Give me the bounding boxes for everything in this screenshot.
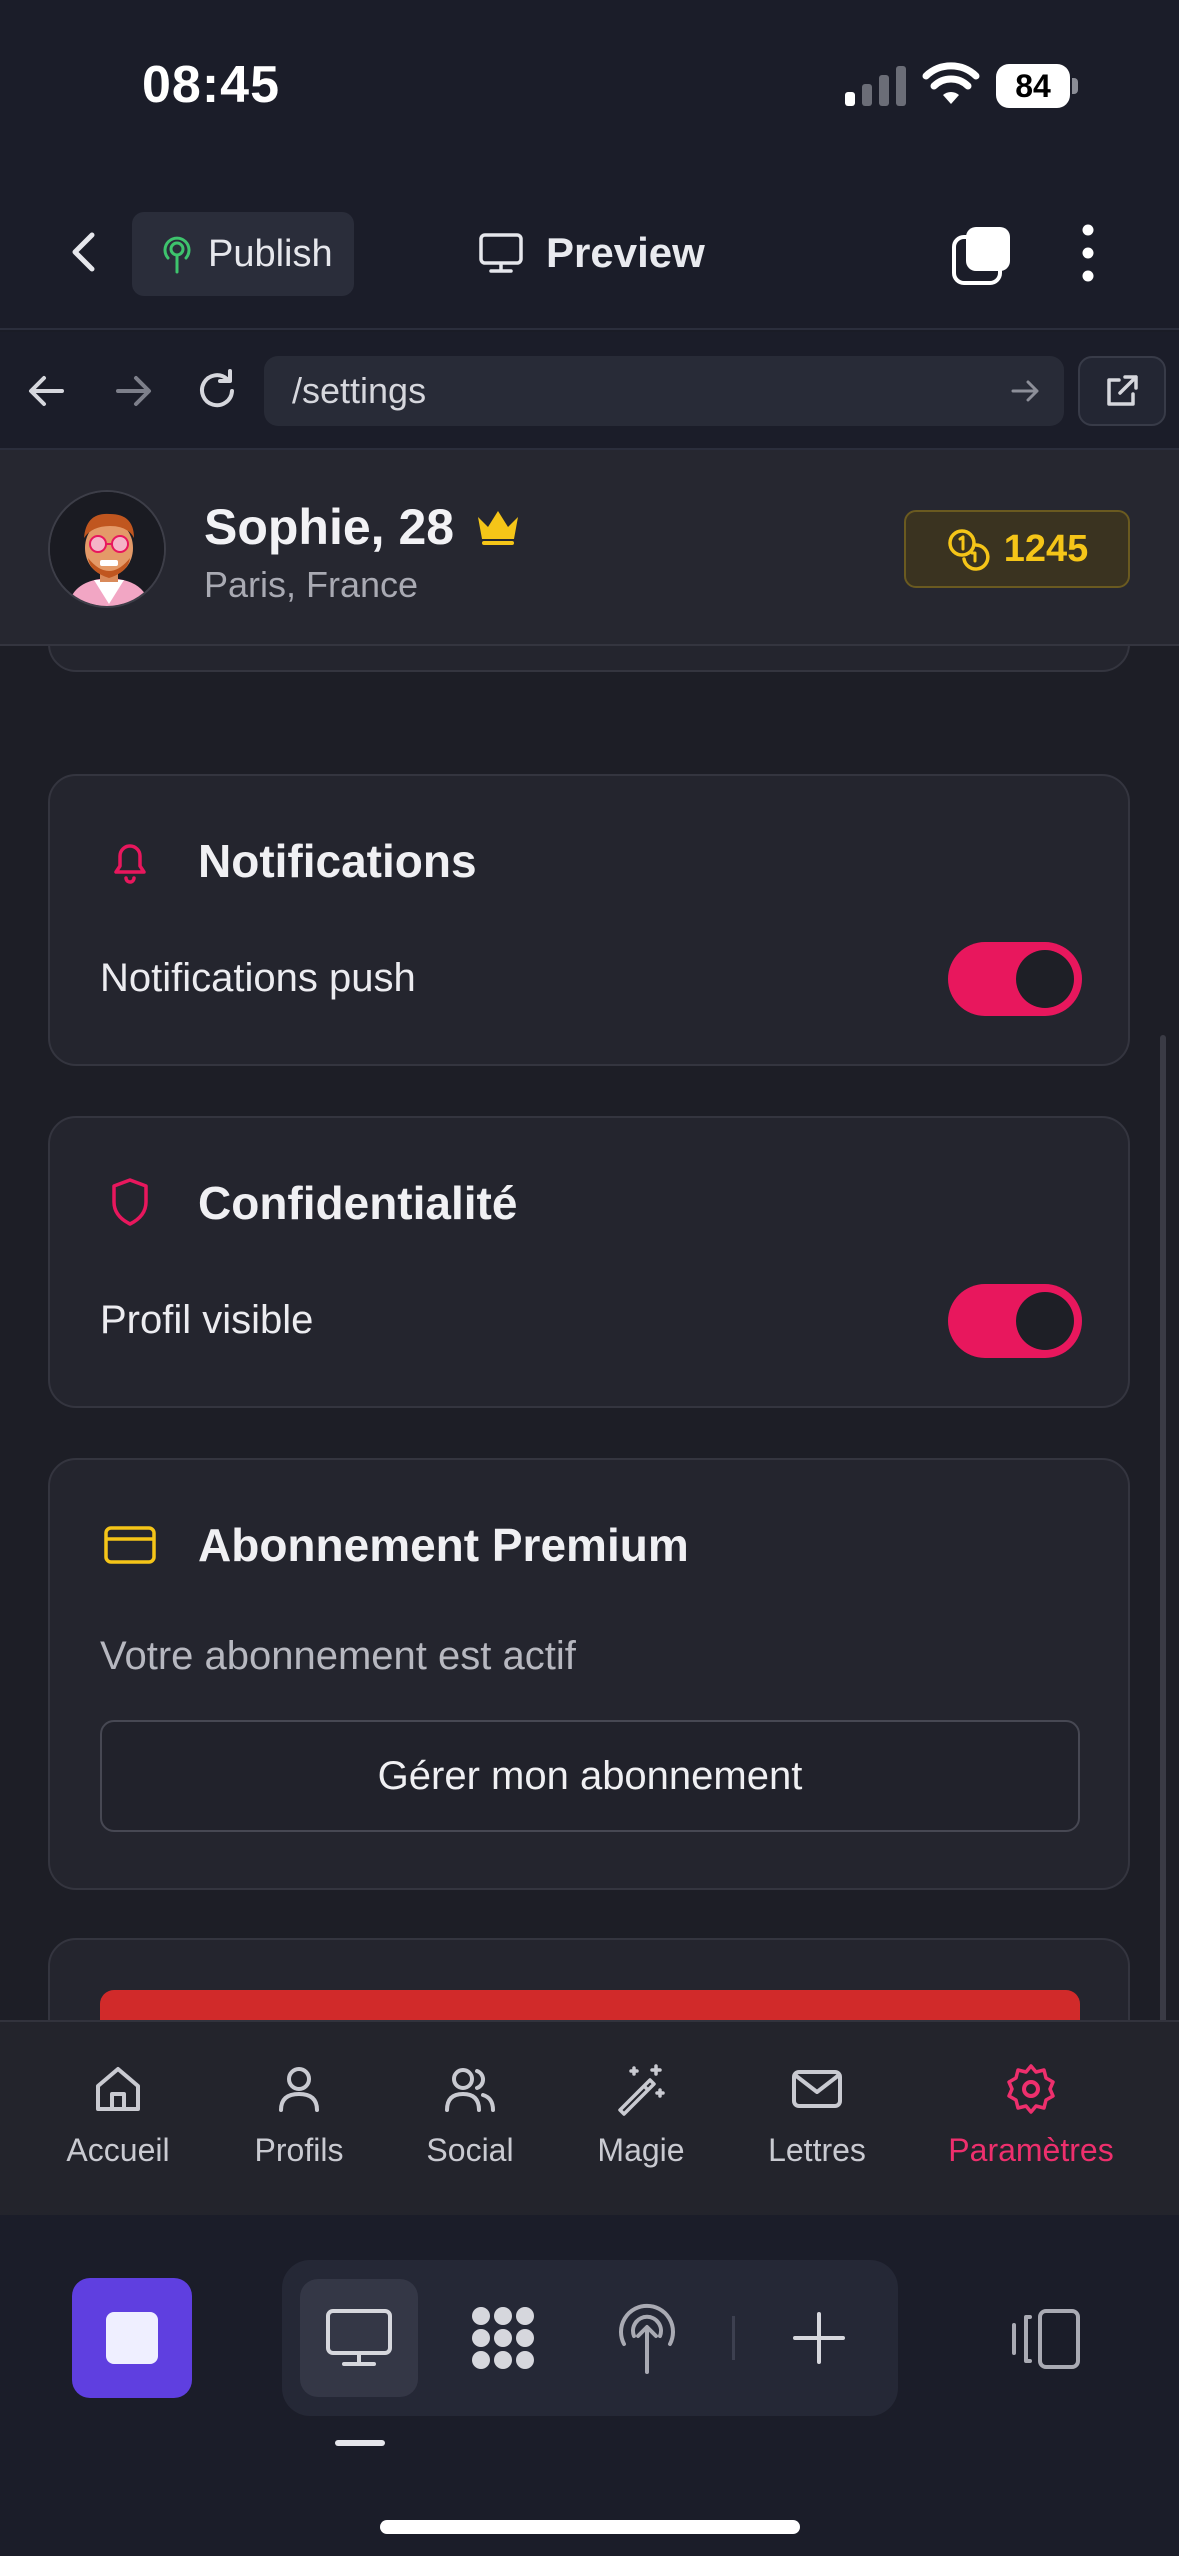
nav-item-settings[interactable]: Paramètres (936, 2060, 1126, 2190)
publish-icon (163, 236, 191, 274)
preview-button[interactable]: Preview (478, 220, 705, 286)
profile-visible-label: Profil visible (100, 1298, 314, 1342)
premium-card: Abonnement Premium Votre abonnement est … (48, 1458, 1130, 1890)
url-field[interactable]: /settings (264, 356, 1064, 426)
split-layout-icon[interactable] (1010, 2307, 1082, 2371)
publish-button[interactable]: Publish (132, 212, 354, 296)
gear-icon (1007, 2064, 1055, 2114)
nav-label: Lettres (768, 2132, 866, 2168)
nav-label: Profils (254, 2132, 344, 2168)
nav-label: Magie (597, 2132, 685, 2168)
push-notifications-label: Notifications push (100, 956, 416, 1000)
notifications-title: Notifications (198, 835, 477, 887)
mail-icon (792, 2070, 842, 2108)
credit-card-icon (104, 1526, 156, 1564)
editor-toolbar: Publish Preview (0, 175, 1179, 330)
nav-label: Accueil (66, 2132, 170, 2168)
push-notifications-toggle[interactable] (948, 942, 1082, 1016)
users-icon (445, 2068, 495, 2112)
browser-bar: /settings (0, 332, 1179, 450)
privacy-card: Confidentialité Profil visible (48, 1116, 1130, 1408)
app-viewport: Sophie, 28 Paris, France 1245 Notificati (0, 450, 1179, 2215)
bell-icon (114, 844, 146, 884)
status-time: 08:45 (142, 56, 280, 114)
privacy-title: Confidentialité (198, 1177, 518, 1229)
coins-count: 1245 (1003, 527, 1089, 570)
crown-icon (478, 511, 519, 545)
battery-indicator: 84 (996, 64, 1078, 108)
tool-components[interactable] (444, 2279, 562, 2397)
nav-item-home[interactable]: Accueil (23, 2060, 213, 2190)
user-icon (279, 2067, 319, 2112)
tool-divider (732, 2316, 735, 2360)
profile-name-row: Sophie, 28 (204, 498, 522, 556)
external-link-icon (1107, 375, 1138, 406)
tool-preview[interactable] (300, 2279, 418, 2397)
monitor-icon (326, 2309, 392, 2366)
nav-label: Paramètres (948, 2132, 1114, 2168)
stop-button[interactable] (72, 2278, 192, 2398)
dev-toolbar (0, 2215, 1179, 2556)
wifi-icon (922, 62, 980, 104)
avatar-illustration (50, 492, 164, 606)
back-chevron-icon[interactable] (60, 227, 110, 277)
publish-icon (619, 2303, 675, 2374)
open-external-button[interactable] (1078, 356, 1166, 426)
url-text: /settings (292, 370, 427, 411)
tool-deploy[interactable] (588, 2279, 706, 2397)
nav-item-profiles[interactable]: Profils (204, 2060, 394, 2190)
components-grid-icon (472, 2307, 534, 2369)
magic-wand-icon (618, 2064, 665, 2116)
home-icon (96, 2067, 140, 2111)
profile-visible-toggle[interactable] (948, 1284, 1082, 1358)
nav-item-letters[interactable]: Lettres (722, 2060, 912, 2190)
copy-tabs-icon[interactable] (950, 223, 1014, 287)
plus-icon (793, 2312, 845, 2364)
browser-forward-icon[interactable] (108, 366, 158, 416)
browser-back-icon[interactable] (22, 366, 72, 416)
coins-icon (947, 529, 990, 571)
notifications-card: Notifications Notifications push (48, 774, 1130, 1066)
more-vertical-icon[interactable] (1068, 220, 1108, 286)
nav-item-magic[interactable]: Magie (546, 2060, 736, 2190)
scrollbar[interactable] (1160, 1035, 1166, 2080)
profile-name: Sophie, 28 (204, 499, 455, 555)
premium-title: Abonnement Premium (198, 1519, 689, 1571)
preview-label: Preview (546, 229, 705, 276)
tool-switcher (282, 2260, 898, 2416)
profile-location: Paris, France (204, 564, 419, 605)
manage-subscription-button[interactable]: Gérer mon abonnement (100, 1720, 1080, 1832)
home-indicator (380, 2520, 800, 2534)
publish-label: Publish (208, 232, 333, 275)
bottom-navigation: Accueil Profils Social Magie Lettres Par… (0, 2020, 1179, 2215)
reload-icon[interactable] (192, 366, 242, 416)
premium-status-text: Votre abonnement est actif (100, 1634, 576, 1678)
battery-level: 84 (996, 64, 1070, 108)
profile-header: Sophie, 28 Paris, France 1245 (0, 450, 1179, 646)
cellular-signal-icon (845, 66, 906, 106)
avatar[interactable] (48, 490, 166, 608)
nav-label: Social (426, 2132, 514, 2168)
shield-icon (112, 1178, 148, 1226)
go-arrow-icon[interactable] (1008, 374, 1042, 408)
stop-icon (106, 2312, 158, 2364)
coins-badge[interactable]: 1245 (904, 510, 1130, 588)
status-bar: 08:45 84 (0, 0, 1179, 175)
monitor-icon (479, 233, 523, 273)
nav-item-social[interactable]: Social (375, 2060, 565, 2190)
tool-add[interactable] (760, 2279, 878, 2397)
active-tool-indicator (335, 2440, 385, 2446)
